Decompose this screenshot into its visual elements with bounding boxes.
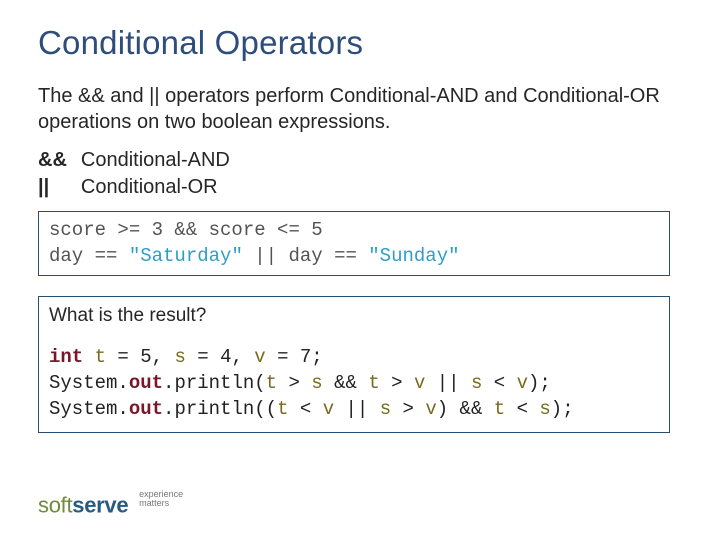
- slide: Conditional Operators The && and || oper…: [0, 0, 720, 540]
- code-var: v: [254, 346, 265, 368]
- table-row: || Conditional-OR: [38, 174, 244, 201]
- operator-desc: Conditional-OR: [81, 174, 244, 201]
- page-title: Conditional Operators: [38, 24, 682, 62]
- operators-table: && Conditional-AND || Conditional-OR: [38, 147, 244, 201]
- logo-soft: soft: [38, 492, 72, 517]
- operator-symbol: &&: [38, 147, 81, 174]
- code-string: "Sunday": [368, 245, 459, 267]
- code-example-1: score >= 3 && score <= 5 day == "Saturda…: [38, 211, 670, 276]
- code-example-2: int t = 5, s = 4, v = 7; System.out.prin…: [49, 345, 659, 422]
- code-var: s: [174, 346, 185, 368]
- logo: softserve experience matters: [38, 490, 183, 518]
- intro-text: The && and || operators perform Conditio…: [38, 84, 682, 135]
- code-field: out: [129, 372, 163, 394]
- code-keyword: int: [49, 346, 83, 368]
- logo-tagline: experience matters: [139, 490, 183, 509]
- code-string: "Saturday": [129, 245, 243, 267]
- code-text: score >= 3 && score <= 5: [49, 219, 323, 241]
- code-text: || day ==: [243, 245, 368, 267]
- code-field: out: [129, 398, 163, 420]
- question-box: What is the result? int t = 5, s = 4, v …: [38, 296, 670, 433]
- operator-desc: Conditional-AND: [81, 147, 244, 174]
- code-text: day ==: [49, 245, 129, 267]
- operator-symbol: ||: [38, 174, 81, 201]
- logo-serve: serve: [72, 492, 128, 517]
- code-var: t: [95, 346, 106, 368]
- question-text: What is the result?: [49, 305, 659, 327]
- table-row: && Conditional-AND: [38, 147, 244, 174]
